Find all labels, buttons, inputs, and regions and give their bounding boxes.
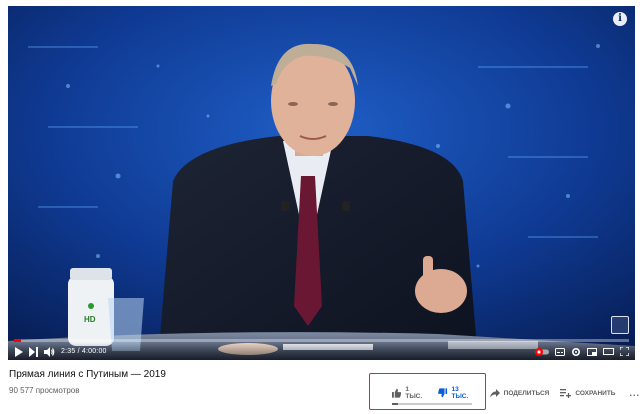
like-count: 1 тыс. [405,386,423,400]
miniplayer-icon[interactable] [587,347,597,356]
save-label: Сохранить [575,389,616,397]
progress-bar[interactable] [14,339,629,342]
playlist-add-icon [560,388,572,398]
thumbs-up-icon [392,388,402,398]
settings-gear-icon[interactable] [571,347,581,357]
progress-played [14,339,21,342]
video-player[interactable]: HD i 2:35 / 4:00:00 [8,6,635,360]
autoplay-toggle-icon[interactable] [535,347,549,356]
endscreen-card-icon[interactable] [611,316,629,334]
play-icon[interactable] [14,346,23,357]
current-time: 2:35 [61,348,76,355]
sentiment-bar-likes [392,403,398,405]
mug-label: HD [84,315,96,324]
info-icon[interactable]: i [613,12,627,26]
view-count: 90 577 просмотров [9,386,80,395]
more-icon[interactable]: ... [629,388,640,398]
subtitles-icon[interactable] [555,347,565,356]
fullscreen-icon[interactable] [620,347,629,356]
volume-icon[interactable] [44,346,55,357]
next-icon[interactable] [29,346,38,357]
thumbs-down-icon [438,388,448,398]
time-display: 2:35 / 4:00:00 [61,348,107,355]
like-button[interactable]: 1 тыс. [392,386,426,400]
action-bar: 1 тыс. 13 тыс. Поделиться Сохранить ... [392,386,640,400]
dislike-count: 13 тыс. [451,386,469,400]
save-button[interactable]: Сохранить [560,388,616,398]
sentiment-bar [392,403,472,405]
share-label: Поделиться [503,389,550,397]
theater-mode-icon[interactable] [603,348,614,355]
share-arrow-icon [489,388,500,397]
dislike-button[interactable]: 13 тыс. [438,386,476,400]
video-title: Прямая линия с Путиным — 2019 [9,369,166,380]
duration: 4:00:00 [81,348,107,355]
video-frame[interactable]: HD [8,6,635,360]
share-button[interactable]: Поделиться [489,388,550,398]
player-controls: 2:35 / 4:00:00 [8,343,635,360]
